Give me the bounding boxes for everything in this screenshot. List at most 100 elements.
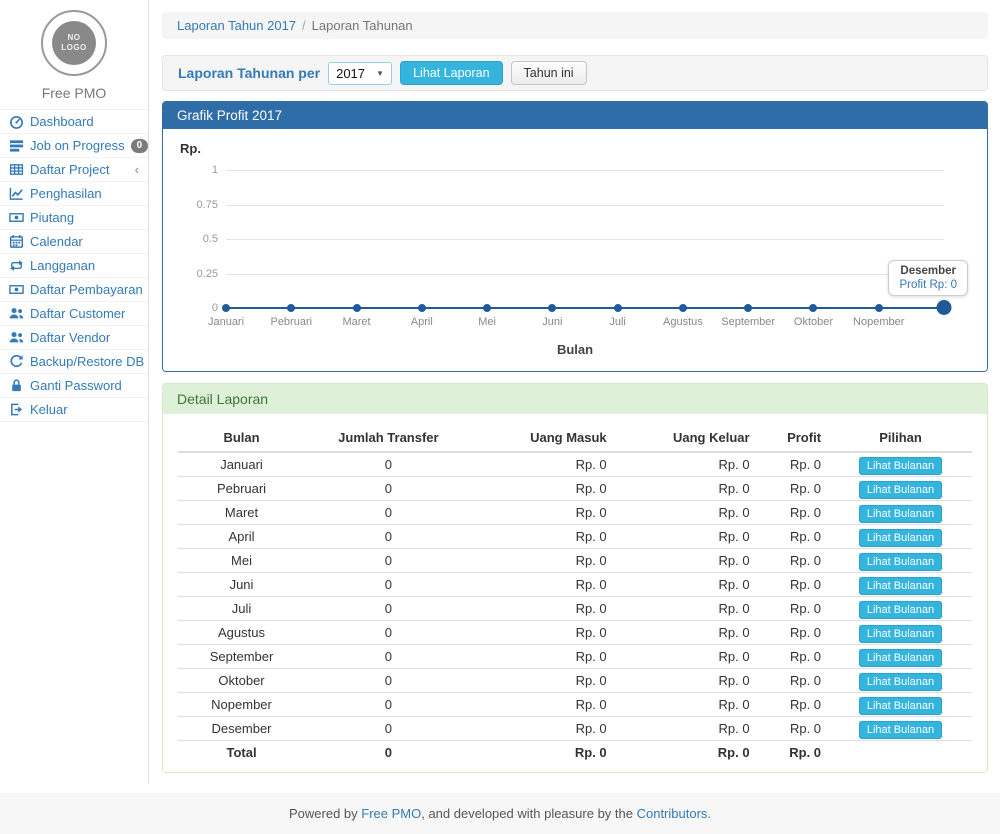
table-cell: 0 bbox=[305, 452, 472, 477]
table-total-cell bbox=[829, 741, 972, 765]
table-cell: Rp. 0 bbox=[615, 717, 758, 741]
calendar-icon bbox=[9, 234, 24, 249]
table-cell: Mei bbox=[178, 549, 305, 573]
sidebar-item-daftar-vendor[interactable]: Daftar Vendor bbox=[0, 326, 148, 350]
data-point-oktober[interactable] bbox=[809, 304, 817, 312]
lock-icon bbox=[9, 378, 24, 393]
view-report-button[interactable]: Lihat Laporan bbox=[400, 61, 502, 85]
table-cell-action: Lihat Bulanan bbox=[829, 645, 972, 669]
col-pilihan: Pilihan bbox=[829, 424, 972, 452]
table-cell: Rp. 0 bbox=[758, 573, 829, 597]
breadcrumb-separator: / bbox=[302, 18, 306, 33]
data-point-agustus[interactable] bbox=[679, 304, 687, 312]
table-cell: 0 bbox=[305, 477, 472, 501]
table-cell: Rp. 0 bbox=[758, 549, 829, 573]
table-row: Mei0Rp. 0Rp. 0Rp. 0Lihat Bulanan bbox=[178, 549, 972, 573]
view-monthly-button[interactable]: Lihat Bulanan bbox=[859, 481, 942, 499]
table-cell: Juli bbox=[178, 597, 305, 621]
table-cell: September bbox=[178, 645, 305, 669]
data-point-september[interactable] bbox=[744, 304, 752, 312]
sidebar-item-job-on-progress[interactable]: Job on Progress0 bbox=[0, 134, 148, 158]
data-point-maret[interactable] bbox=[353, 304, 361, 312]
data-point-pebruari[interactable] bbox=[287, 304, 295, 312]
profit-line-chart: Desember Profit Rp: 0 10.750.50.250 Janu… bbox=[226, 170, 944, 332]
logo-text: NO LOGO bbox=[59, 33, 89, 54]
table-cell: Rp. 0 bbox=[758, 525, 829, 549]
sidebar-item-dashboard[interactable]: Dashboard bbox=[0, 110, 148, 134]
sidebar-item-langganan[interactable]: Langganan bbox=[0, 254, 148, 278]
view-monthly-button[interactable]: Lihat Bulanan bbox=[859, 601, 942, 619]
data-point-nopember[interactable] bbox=[875, 304, 883, 312]
sidebar-item-daftar-customer[interactable]: Daftar Customer bbox=[0, 302, 148, 326]
table-cell: Rp. 0 bbox=[758, 597, 829, 621]
sidebar-item-label: Keluar bbox=[30, 402, 139, 417]
sidebar-item-label: Dashboard bbox=[30, 114, 139, 129]
data-point-juni[interactable] bbox=[548, 304, 556, 312]
sidebar-item-backup-restore-db[interactable]: Backup/Restore DB bbox=[0, 350, 148, 374]
view-monthly-button[interactable]: Lihat Bulanan bbox=[859, 505, 942, 523]
table-cell: 0 bbox=[305, 597, 472, 621]
data-point-mei[interactable] bbox=[483, 304, 491, 312]
x-tick-label: Januari bbox=[208, 316, 244, 328]
table-cell: Rp. 0 bbox=[615, 621, 758, 645]
table-row: Pebruari0Rp. 0Rp. 0Rp. 0Lihat Bulanan bbox=[178, 477, 972, 501]
no-logo-badge: NO LOGO bbox=[52, 21, 96, 65]
view-monthly-button[interactable]: Lihat Bulanan bbox=[859, 577, 942, 595]
year-select[interactable]: 2017 ▼ bbox=[328, 62, 392, 85]
table-cell: Rp. 0 bbox=[615, 501, 758, 525]
table-cell: Rp. 0 bbox=[472, 573, 615, 597]
sign-out-icon bbox=[9, 402, 24, 417]
table-cell: Oktober bbox=[178, 669, 305, 693]
table-cell-action: Lihat Bulanan bbox=[829, 597, 972, 621]
y-tick-label: 0.5 bbox=[180, 233, 218, 245]
data-point-juli[interactable] bbox=[614, 304, 622, 312]
count-badge: 0 bbox=[131, 139, 149, 153]
sidebar-item-label: Daftar Pembayaran bbox=[30, 282, 143, 297]
caret-down-icon: ▼ bbox=[376, 69, 384, 78]
x-tick-label: Maret bbox=[342, 316, 370, 328]
table-cell: 0 bbox=[305, 669, 472, 693]
sidebar-item-penghasilan[interactable]: Penghasilan bbox=[0, 182, 148, 206]
y-tick-label: 0.25 bbox=[180, 268, 218, 280]
view-monthly-button[interactable]: Lihat Bulanan bbox=[859, 697, 942, 715]
view-monthly-button[interactable]: Lihat Bulanan bbox=[859, 625, 942, 643]
sidebar-item-keluar[interactable]: Keluar bbox=[0, 398, 148, 422]
table-total-cell: Rp. 0 bbox=[615, 741, 758, 765]
breadcrumb: Laporan Tahun 2017/Laporan Tahunan bbox=[162, 12, 988, 39]
sidebar-item-daftar-pembayaran[interactable]: Daftar Pembayaran bbox=[0, 278, 148, 302]
table-cell: Rp. 0 bbox=[472, 452, 615, 477]
table-total-cell: Rp. 0 bbox=[472, 741, 615, 765]
view-monthly-button[interactable]: Lihat Bulanan bbox=[859, 457, 942, 475]
table-cell: Rp. 0 bbox=[615, 645, 758, 669]
data-point-desember[interactable] bbox=[937, 300, 952, 315]
refresh-icon bbox=[9, 354, 24, 369]
x-tick-label: Nopember bbox=[853, 316, 904, 328]
sidebar-item-label: Daftar Project bbox=[30, 162, 129, 177]
money-icon bbox=[9, 282, 24, 297]
table-cell: Rp. 0 bbox=[472, 525, 615, 549]
logo-ring: NO LOGO bbox=[41, 10, 107, 76]
view-monthly-button[interactable]: Lihat Bulanan bbox=[859, 649, 942, 667]
view-monthly-button[interactable]: Lihat Bulanan bbox=[859, 529, 942, 547]
sidebar-item-piutang[interactable]: Piutang bbox=[0, 206, 148, 230]
data-point-januari[interactable] bbox=[222, 304, 230, 312]
view-monthly-button[interactable]: Lihat Bulanan bbox=[859, 553, 942, 571]
gridline: 1 bbox=[226, 170, 944, 171]
table-cell: Juni bbox=[178, 573, 305, 597]
sidebar-item-label: Langganan bbox=[30, 258, 139, 273]
table-cell-action: Lihat Bulanan bbox=[829, 621, 972, 645]
table-row: Juli0Rp. 0Rp. 0Rp. 0Lihat Bulanan bbox=[178, 597, 972, 621]
table-cell: 0 bbox=[305, 525, 472, 549]
this-year-button[interactable]: Tahun ini bbox=[511, 61, 587, 85]
data-point-april[interactable] bbox=[418, 304, 426, 312]
table-cell: Rp. 0 bbox=[615, 573, 758, 597]
sidebar-item-ganti-password[interactable]: Ganti Password bbox=[0, 374, 148, 398]
sidebar-item-label: Piutang bbox=[30, 210, 139, 225]
view-monthly-button[interactable]: Lihat Bulanan bbox=[859, 721, 942, 739]
table-cell: Rp. 0 bbox=[615, 549, 758, 573]
monthly-report-table: Bulan Jumlah Transfer Uang Masuk Uang Ke… bbox=[178, 424, 972, 764]
view-monthly-button[interactable]: Lihat Bulanan bbox=[859, 673, 942, 691]
sidebar-item-calendar[interactable]: Calendar bbox=[0, 230, 148, 254]
sidebar-item-daftar-project[interactable]: Daftar Project‹ bbox=[0, 158, 148, 182]
breadcrumb-link[interactable]: Laporan Tahun 2017 bbox=[177, 18, 296, 33]
